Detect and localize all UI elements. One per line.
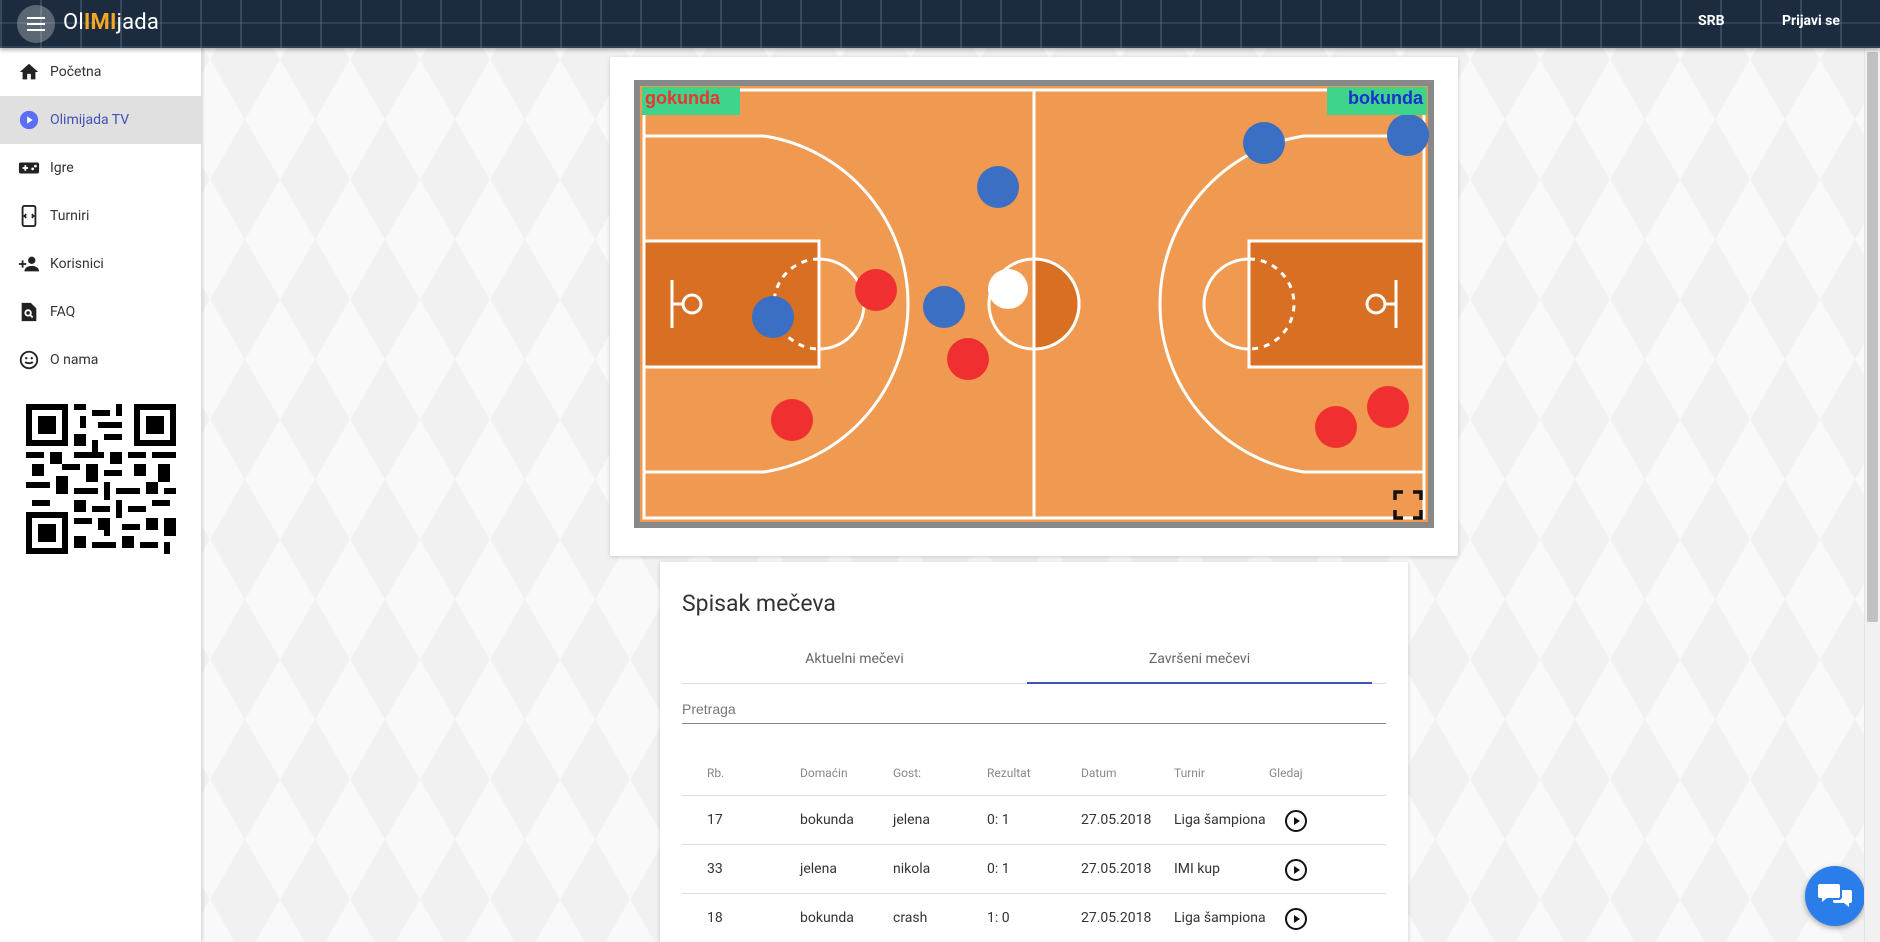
gamepad-icon bbox=[18, 157, 40, 179]
fullscreen-icon[interactable] bbox=[1393, 490, 1423, 520]
search-input[interactable] bbox=[682, 696, 1386, 722]
left-key bbox=[642, 239, 821, 369]
home-player bbox=[855, 269, 897, 311]
matches-table: Rb. Domaćin Gost: Rezultat Datum Turnir … bbox=[682, 750, 1386, 942]
sidebar-item-label: Početna bbox=[50, 64, 102, 80]
sidebar-item-olimijada-tv[interactable]: Olimijada TV bbox=[0, 96, 201, 144]
home-player bbox=[1367, 386, 1409, 428]
table-header: Rb. Domaćin Gost: Rezultat Datum Turnir … bbox=[682, 750, 1386, 796]
sidebar-item-korisnici[interactable]: Korisnici bbox=[0, 240, 201, 288]
right-key bbox=[1247, 239, 1426, 369]
language-selector[interactable]: SRB bbox=[1698, 13, 1725, 29]
search-page-icon bbox=[18, 301, 40, 323]
away-player bbox=[977, 166, 1019, 208]
menu-button[interactable] bbox=[17, 5, 55, 43]
away-player bbox=[1243, 122, 1285, 164]
qr-code bbox=[26, 404, 176, 554]
ball bbox=[988, 269, 1028, 309]
sidebar-item-turniri[interactable]: Turniri bbox=[0, 192, 201, 240]
sidebar-item-faq[interactable]: FAQ bbox=[0, 288, 201, 336]
sidebar-item-label: Turniri bbox=[50, 208, 90, 224]
sidebar-item-label: Igre bbox=[50, 160, 74, 176]
column-header: Gledaj bbox=[1269, 766, 1303, 780]
app-logo[interactable]: OlIMIjada bbox=[63, 10, 159, 35]
away-team-label: bokunda bbox=[1327, 87, 1427, 115]
page-scrollbar[interactable] bbox=[1864, 48, 1880, 942]
watch-play-icon[interactable] bbox=[1284, 858, 1308, 882]
sidebar-item-label: Olimijada TV bbox=[50, 112, 130, 128]
play-circle-icon bbox=[18, 109, 40, 131]
matches-title: Spisak mečeva bbox=[682, 590, 836, 617]
home-player bbox=[1315, 406, 1357, 448]
watch-play-icon[interactable] bbox=[1284, 809, 1308, 833]
table-row: 17 bokunda jelena 0: 1 27.05.2018 Liga š… bbox=[682, 796, 1386, 845]
column-header[interactable]: Rb. bbox=[707, 750, 724, 796]
hamburger-icon bbox=[27, 17, 45, 19]
table-row: 18 bokunda crash 1: 0 27.05.2018 Liga ša… bbox=[682, 894, 1386, 942]
matches-tabs: Aktuelni mečevi Završeni mečevi bbox=[682, 644, 1386, 684]
away-player bbox=[752, 296, 794, 338]
column-header[interactable]: Domaćin bbox=[800, 750, 848, 796]
sidebar-item-label: Korisnici bbox=[50, 256, 104, 272]
table-row: 33 jelena nikola 0: 1 27.05.2018 IMI kup bbox=[682, 845, 1386, 894]
home-team-label: gokunda bbox=[642, 87, 740, 115]
watch-play-icon[interactable] bbox=[1284, 907, 1308, 931]
smiley-icon bbox=[18, 349, 40, 371]
login-link[interactable]: Prijavi se bbox=[1782, 13, 1840, 29]
sidebar-item-pocetna[interactable]: Početna bbox=[0, 48, 201, 96]
scrollbar-thumb[interactable] bbox=[1867, 52, 1878, 622]
away-player bbox=[923, 286, 965, 328]
sidebar-item-label: FAQ bbox=[50, 304, 76, 320]
column-header[interactable]: Turnir bbox=[1174, 750, 1205, 796]
column-header[interactable]: Gost: bbox=[893, 750, 921, 796]
search-field bbox=[682, 696, 1386, 724]
tab-finished-matches[interactable]: Završeni mečevi bbox=[1027, 644, 1372, 684]
away-player bbox=[1387, 114, 1429, 156]
basketball-court bbox=[634, 80, 1434, 528]
tournament-icon bbox=[18, 205, 40, 227]
sidebar-item-igre[interactable]: Igre bbox=[0, 144, 201, 192]
game-viewer-card: gokunda bokunda bbox=[610, 57, 1458, 556]
home-player bbox=[771, 399, 813, 441]
column-header[interactable]: Datum bbox=[1081, 750, 1116, 796]
sidebar-item-label: O nama bbox=[50, 352, 99, 368]
chat-bubbles-icon bbox=[1818, 884, 1852, 907]
home-icon bbox=[18, 61, 40, 83]
top-app-bar: OlIMIjada SRB Prijavi se bbox=[0, 0, 1880, 48]
column-header[interactable]: Rezultat bbox=[987, 750, 1031, 796]
sidebar: Početna Olimijada TV Igre Turniri Korisn… bbox=[0, 48, 202, 942]
matches-list-card: Spisak mečeva Aktuelni mečevi Završeni m… bbox=[660, 562, 1408, 942]
add-user-icon bbox=[18, 253, 40, 275]
tab-indicator bbox=[1027, 682, 1372, 684]
chat-button[interactable] bbox=[1805, 866, 1865, 926]
tab-current-matches[interactable]: Aktuelni mečevi bbox=[682, 644, 1027, 684]
home-player bbox=[947, 338, 989, 380]
sidebar-item-o-nama[interactable]: O nama bbox=[0, 336, 201, 384]
